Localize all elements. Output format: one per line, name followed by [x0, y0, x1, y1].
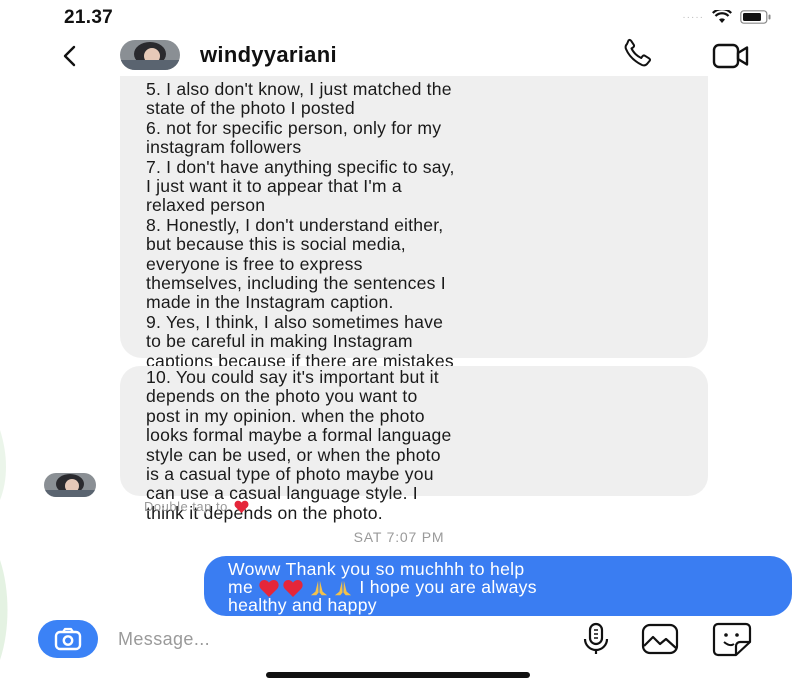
outgoing-message-line: me I hope you are always [228, 576, 772, 597]
status-time: 21.37 [64, 7, 114, 28]
red-heart-emoji-icon [259, 579, 279, 597]
camera-icon [54, 627, 82, 651]
incoming-message-bubble[interactable]: 10. You could say it's important but it … [120, 366, 708, 523]
chevron-left-icon [63, 45, 76, 67]
chat-header: windyyariani [0, 36, 798, 80]
outgoing-message-line: healthy and happy [228, 594, 377, 615]
sender-avatar[interactable] [44, 473, 96, 497]
status-indicators: ····· [682, 10, 772, 24]
chat-username[interactable]: windyyariani [200, 42, 337, 68]
avatar-image [44, 473, 96, 497]
sticker-icon [712, 622, 752, 657]
message-input[interactable] [118, 622, 538, 656]
status-bar: 21.37 ····· [0, 0, 798, 36]
outgoing-message-line: Woww Thank you so muchhh to help [228, 559, 525, 579]
outgoing-message-text: me [228, 576, 259, 597]
home-indicator [266, 672, 530, 678]
voice-call-button[interactable] [618, 38, 658, 74]
outgoing-message-text: I hope you are always [354, 576, 537, 597]
incoming-message-bubble[interactable]: 5. I also don't know, I just matched the… [120, 76, 708, 409]
message-composer [38, 618, 788, 660]
sticker-button[interactable] [710, 620, 754, 658]
double-tap-label: Double tap to [144, 499, 228, 514]
camera-button[interactable] [38, 620, 98, 658]
folded-hands-emoji-icon [335, 580, 352, 595]
gallery-button[interactable] [638, 622, 682, 656]
video-call-button[interactable] [710, 38, 754, 74]
date-separator: SAT 7:07 PM [353, 529, 445, 545]
signal-icon: ····· [682, 11, 704, 23]
microphone-icon [583, 622, 609, 654]
battery-icon [740, 10, 771, 24]
back-button[interactable] [54, 36, 84, 76]
folded-hands-emoji-icon [311, 580, 328, 595]
gallery-icon [641, 623, 679, 655]
heart-icon [234, 500, 249, 513]
double-tap-hint: Double tap to [144, 499, 249, 514]
message-thread[interactable]: 5. I also don't know, I just matched the… [0, 76, 798, 618]
video-camera-icon [712, 43, 749, 69]
wifi-icon [712, 10, 732, 23]
red-heart-emoji-icon [283, 579, 303, 597]
avatar[interactable] [120, 40, 180, 70]
avatar-image [120, 40, 180, 70]
voice-message-button[interactable] [578, 620, 614, 658]
outgoing-message-bubble[interactable]: Woww Thank you so muchhh to help me I ho… [204, 556, 792, 616]
phone-icon [624, 38, 652, 67]
